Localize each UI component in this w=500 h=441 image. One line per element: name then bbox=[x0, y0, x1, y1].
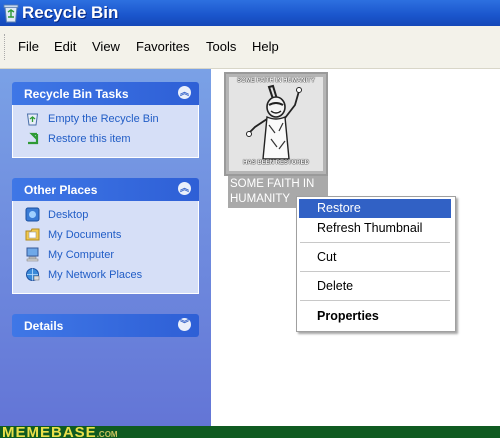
menu-item-label: Properties bbox=[317, 309, 379, 323]
empty-recycle-bin-icon bbox=[26, 113, 39, 126]
panel-body: Desktop My Documents My Computer My Netw… bbox=[12, 201, 199, 294]
figure-drawing-icon bbox=[246, 84, 302, 160]
details-panel: Details ︾ bbox=[12, 314, 199, 337]
place-desktop[interactable]: Desktop bbox=[25, 207, 198, 227]
window-title: Recycle Bin bbox=[22, 3, 119, 22]
place-label: Desktop bbox=[48, 209, 89, 221]
place-label: My Computer bbox=[48, 249, 115, 261]
title-bar[interactable]: Recycle Bin bbox=[0, 0, 500, 26]
restore-item-icon bbox=[28, 132, 39, 145]
other-places-panel: Other Places ︽ Desktop My Documents My C… bbox=[12, 178, 199, 294]
expand-chevron-icon[interactable]: ︾ bbox=[178, 318, 191, 331]
menu-item-properties[interactable]: Properties bbox=[299, 307, 451, 326]
task-label: Restore this item bbox=[48, 133, 131, 145]
meme-image: SOME FAITH IN HUMANITY HAS BEEN RESTORED bbox=[229, 77, 323, 171]
details-header[interactable]: Details ︾ bbox=[12, 314, 199, 337]
task-label: Empty the Recycle Bin bbox=[48, 113, 159, 125]
place-my-computer[interactable]: My Computer bbox=[25, 247, 198, 267]
other-places-header[interactable]: Other Places ︽ bbox=[12, 178, 199, 201]
menu-file[interactable]: File bbox=[18, 39, 39, 54]
menu-separator bbox=[300, 242, 450, 243]
menu-bar: File Edit View Favorites Tools Help bbox=[0, 26, 500, 69]
menu-view[interactable]: View bbox=[92, 39, 120, 54]
task-pane: Recycle Bin Tasks ︽ Empty the Recycle Bi… bbox=[0, 69, 211, 427]
memebase-footer: MEMEBASE.COM bbox=[0, 424, 500, 441]
recycle-bin-tasks-panel: Recycle Bin Tasks ︽ Empty the Recycle Bi… bbox=[12, 82, 199, 158]
menu-tools[interactable]: Tools bbox=[206, 39, 236, 54]
file-thumbnail[interactable]: SOME FAITH IN HUMANITY HAS BEEN RESTORED bbox=[224, 72, 328, 176]
panel-body: Empty the Recycle Bin Restore this item bbox=[12, 105, 199, 158]
memebase-logo: MEMEBASE.COM bbox=[2, 424, 118, 441]
panel-title: Recycle Bin Tasks bbox=[24, 87, 129, 101]
collapse-chevron-icon[interactable]: ︽ bbox=[178, 182, 191, 195]
place-label: My Network Places bbox=[48, 269, 143, 281]
meme-bottom-caption: HAS BEEN RESTORED bbox=[243, 160, 309, 166]
menu-item-restore[interactable]: Restore bbox=[299, 199, 451, 218]
recycle-bin-icon bbox=[3, 4, 19, 23]
my-documents-icon bbox=[25, 228, 40, 241]
place-my-documents[interactable]: My Documents bbox=[25, 227, 198, 247]
place-my-network-places[interactable]: My Network Places bbox=[25, 267, 198, 287]
panel-title: Other Places bbox=[24, 183, 98, 197]
task-restore-item[interactable]: Restore this item bbox=[25, 131, 198, 151]
menu-separator bbox=[300, 271, 450, 272]
panel-title: Details bbox=[24, 319, 64, 333]
menu-item-delete[interactable]: Delete bbox=[299, 277, 451, 296]
menu-separator bbox=[300, 300, 450, 301]
place-label: My Documents bbox=[48, 229, 122, 241]
menu-help[interactable]: Help bbox=[252, 39, 279, 54]
desktop-icon bbox=[25, 207, 40, 222]
context-menu: Restore Refresh Thumbnail Cut Delete Pro… bbox=[296, 196, 456, 332]
menu-item-label: Restore bbox=[317, 201, 361, 215]
task-empty-recycle-bin[interactable]: Empty the Recycle Bin bbox=[25, 111, 198, 131]
recycle-bin-tasks-header[interactable]: Recycle Bin Tasks ︽ bbox=[12, 82, 199, 105]
my-network-places-icon bbox=[26, 268, 40, 281]
menu-item-cut[interactable]: Cut bbox=[299, 248, 451, 267]
my-computer-icon bbox=[26, 247, 39, 262]
brand-text: MEMEBASE bbox=[2, 424, 97, 441]
collapse-chevron-icon[interactable]: ︽ bbox=[178, 86, 191, 99]
menu-item-label: Cut bbox=[317, 250, 337, 264]
menu-item-label: Refresh Thumbnail bbox=[317, 221, 423, 235]
menu-favorites[interactable]: Favorites bbox=[136, 39, 189, 54]
menu-edit[interactable]: Edit bbox=[54, 39, 76, 54]
menu-grip[interactable] bbox=[4, 34, 8, 60]
menu-item-label: Delete bbox=[317, 279, 354, 293]
menu-item-refresh-thumbnail[interactable]: Refresh Thumbnail bbox=[299, 219, 451, 238]
